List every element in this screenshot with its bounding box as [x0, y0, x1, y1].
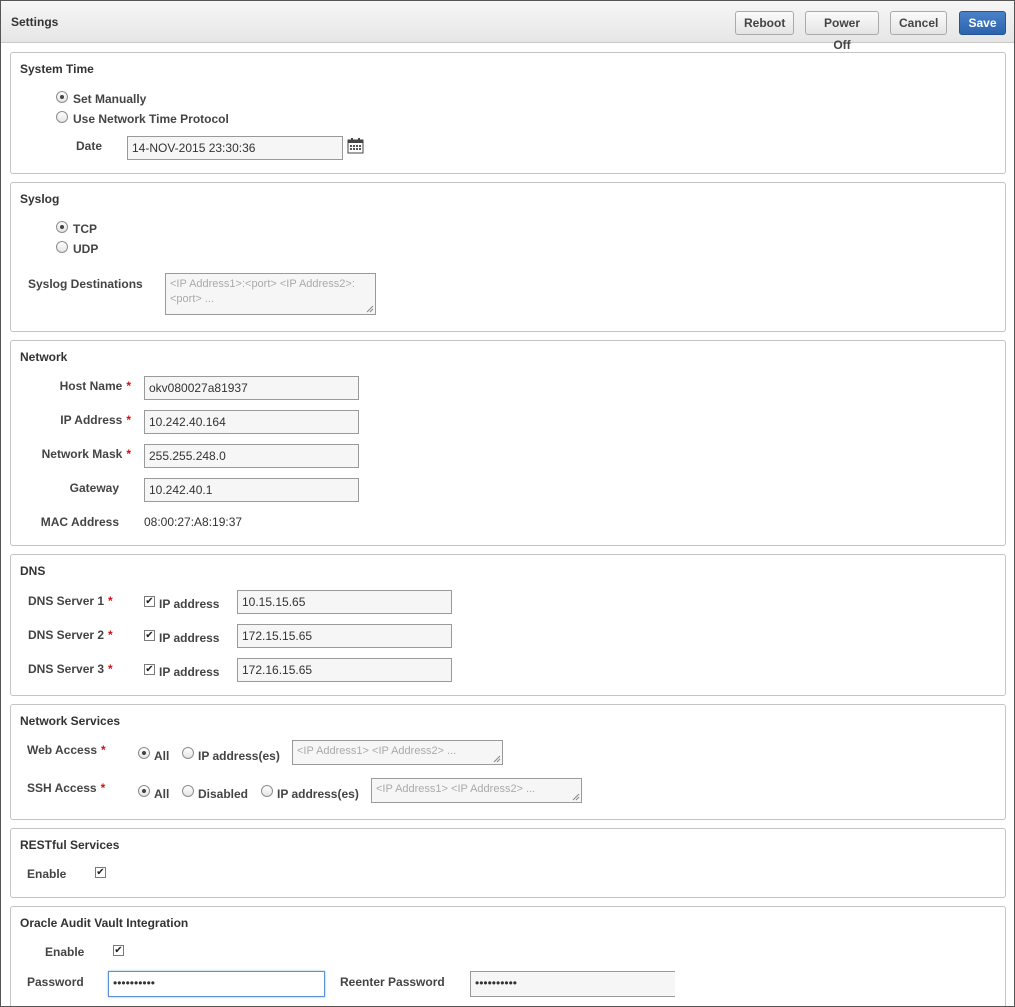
- use-ntp-radio[interactable]: [56, 111, 68, 123]
- udp-label: UDP: [73, 242, 99, 256]
- udp-radio[interactable]: [56, 241, 68, 253]
- ssh-access-disabled-radio[interactable]: [182, 785, 194, 797]
- use-ntp-label: Use Network Time Protocol: [73, 112, 229, 126]
- dns-server-1-label: DNS Server 1 *: [28, 594, 113, 608]
- ip-address-label: IP Address *: [60, 413, 131, 427]
- syslog-destinations-placeholder: <IP Address1>:<port> <IP Address2>:<port…: [170, 278, 355, 305]
- audit-vault-enable-checkbox[interactable]: ✔: [113, 945, 124, 956]
- mac-address-label: MAC Address: [40, 515, 119, 529]
- system-time-section: System Time Set Manually Use Network Tim…: [10, 52, 1006, 174]
- web-access-ips-textarea[interactable]: <IP Address1> <IP Address2> ...: [292, 740, 503, 765]
- dns-title: DNS: [20, 564, 46, 578]
- reenter-password-label: Reenter Password: [340, 975, 445, 989]
- required-mark: *: [108, 594, 113, 608]
- settings-window: Settings Reboot Power Off Cancel Save Sy…: [0, 0, 1015, 1007]
- system-time-title: System Time: [20, 62, 94, 76]
- ssh-access-all-radio[interactable]: [138, 785, 150, 797]
- dns-server-3-checkbox[interactable]: ✔: [144, 664, 155, 675]
- web-access-all-label: All: [154, 749, 170, 763]
- dns-server-1-input[interactable]: 10.15.15.65: [237, 590, 452, 614]
- resize-grip-icon[interactable]: [493, 755, 501, 763]
- dns-server-3-label: DNS Server 3 *: [28, 662, 113, 676]
- reenter-password-input[interactable]: ••••••••••: [470, 971, 675, 997]
- syslog-destinations-textarea[interactable]: <IP Address1>:<port> <IP Address2>:<port…: [165, 273, 376, 315]
- dns-section: DNS DNS Server 1 * ✔ IP address 10.15.15.…: [10, 554, 1006, 696]
- ssh-access-disabled-label: Disabled: [198, 787, 249, 801]
- syslog-destinations-label: Syslog Destinations: [28, 277, 143, 291]
- required-mark: *: [108, 628, 113, 642]
- required-mark: *: [126, 447, 131, 461]
- save-button[interactable]: Save: [959, 11, 1006, 35]
- restful-enable-checkbox[interactable]: ✔: [95, 867, 106, 878]
- syslog-section: Syslog TCP UDP Syslog Destinations <IP A…: [10, 182, 1006, 332]
- ssh-access-all-label: All: [154, 787, 170, 801]
- ip-address-input[interactable]: 10.242.40.164: [144, 410, 359, 434]
- dns-server-2-input[interactable]: 172.15.15.65: [237, 624, 452, 648]
- gateway-label: Gateway: [69, 481, 119, 495]
- password-input[interactable]: ••••••••••: [108, 971, 325, 997]
- reboot-button[interactable]: Reboot: [735, 11, 794, 35]
- dns-server-2-check-label: IP address: [159, 631, 220, 645]
- resize-grip-icon[interactable]: [366, 305, 374, 313]
- network-services-title: Network Services: [20, 714, 121, 728]
- required-mark: *: [126, 413, 131, 427]
- power-off-button[interactable]: Power Off: [805, 11, 879, 52]
- host-name-label: Host Name *: [59, 379, 131, 393]
- audit-vault-title: Oracle Audit Vault Integration: [20, 916, 189, 930]
- date-input[interactable]: 14-NOV-2015 23:30:36: [127, 136, 343, 160]
- resize-grip-icon[interactable]: [572, 793, 580, 801]
- header-bar: Settings Reboot Power Off Cancel Save: [1, 1, 1014, 52]
- audit-vault-enable-label: Enable: [45, 945, 85, 959]
- set-manually-radio[interactable]: [56, 91, 68, 103]
- cancel-button[interactable]: Cancel: [890, 11, 947, 35]
- ssh-access-label: SSH Access *: [27, 781, 106, 795]
- dns-server-2-checkbox[interactable]: ✔: [144, 630, 155, 641]
- ssh-access-ips-radio[interactable]: [261, 785, 273, 797]
- page-title: Settings: [11, 15, 59, 29]
- web-access-ips-radio[interactable]: [182, 747, 194, 759]
- restful-enable-label: Enable: [27, 867, 67, 881]
- tcp-radio[interactable]: [56, 221, 68, 233]
- restful-services-section: RESTful Services Enable ✔: [10, 828, 1006, 898]
- mac-address-value: 08:00:27:A8:19:37: [144, 515, 243, 529]
- web-access-ips-placeholder: <IP Address1> <IP Address2> ...: [297, 745, 457, 757]
- network-mask-input[interactable]: 255.255.248.0: [144, 444, 359, 468]
- dns-server-1-check-label: IP address: [159, 597, 220, 611]
- tcp-label: TCP: [73, 222, 97, 236]
- network-mask-label: Network Mask *: [41, 447, 131, 461]
- dns-server-3-check-label: IP address: [159, 665, 220, 679]
- audit-vault-section: Oracle Audit Vault Integration Enable ✔ …: [10, 906, 1006, 1006]
- required-mark: *: [126, 379, 131, 393]
- password-label: Password: [27, 975, 84, 989]
- required-mark: *: [108, 662, 113, 676]
- calendar-icon[interactable]: [347, 137, 364, 157]
- web-access-all-radio[interactable]: [138, 747, 150, 759]
- required-mark: *: [100, 781, 106, 795]
- dns-server-1-checkbox[interactable]: ✔: [144, 596, 155, 607]
- web-access-ips-label: IP address(es): [198, 749, 280, 763]
- set-manually-label: Set Manually: [73, 92, 147, 106]
- dns-server-2-label: DNS Server 2 *: [28, 628, 113, 642]
- dns-server-3-input[interactable]: 172.16.15.65: [237, 658, 452, 682]
- host-name-input[interactable]: okv080027a81937: [144, 376, 359, 400]
- gateway-input[interactable]: 10.242.40.1: [144, 478, 359, 502]
- ssh-access-ips-textarea[interactable]: <IP Address1> <IP Address2> ...: [371, 778, 582, 803]
- restful-services-title: RESTful Services: [20, 838, 120, 852]
- network-services-section: Network Services Web Access * All IP addr…: [10, 704, 1006, 820]
- network-title: Network: [20, 350, 68, 364]
- date-label: Date: [76, 139, 103, 153]
- syslog-title: Syslog: [20, 192, 60, 206]
- ssh-access-ips-label: IP address(es): [277, 787, 359, 801]
- ssh-access-ips-placeholder: <IP Address1> <IP Address2> ...: [376, 783, 536, 795]
- network-section: Network Host Name * okv080027a81937 IP Ad…: [10, 340, 1006, 546]
- required-mark: *: [101, 743, 106, 757]
- web-access-label: Web Access *: [27, 743, 106, 757]
